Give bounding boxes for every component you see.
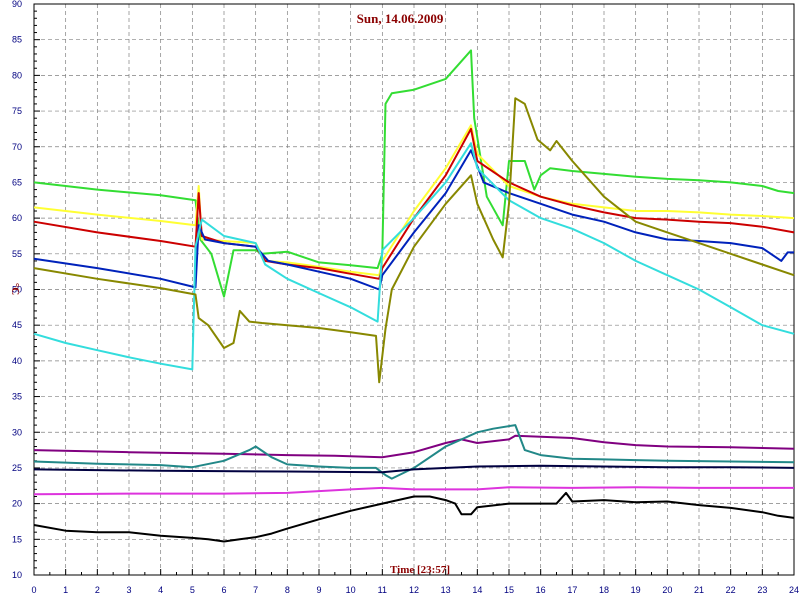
y-tick-label: 55 bbox=[12, 249, 22, 259]
y-tick-label: 85 bbox=[12, 35, 22, 45]
y-tick-label: 65 bbox=[12, 177, 22, 187]
x-tick-label: 21 bbox=[694, 585, 704, 595]
y-tick-label: 10 bbox=[12, 570, 22, 580]
y-tick-label: 90 bbox=[12, 0, 22, 9]
y-tick-label: 15 bbox=[12, 534, 22, 544]
y-tick-label: 35 bbox=[12, 392, 22, 402]
x-tick-label: 6 bbox=[221, 585, 226, 595]
x-tick-label: 10 bbox=[346, 585, 356, 595]
x-tick-label: 20 bbox=[662, 585, 672, 595]
x-tick-label: 12 bbox=[409, 585, 419, 595]
chart-title: Sun, 14.06.2009 bbox=[357, 11, 444, 26]
y-tick-label: 20 bbox=[12, 499, 22, 509]
y-tick-label: 80 bbox=[12, 70, 22, 80]
x-tick-label: 14 bbox=[472, 585, 482, 595]
y-tick-label: 70 bbox=[12, 142, 22, 152]
x-tick-label: 8 bbox=[285, 585, 290, 595]
x-tick-label: 1 bbox=[63, 585, 68, 595]
y-tick-label: 40 bbox=[12, 356, 22, 366]
y-tick-label: 75 bbox=[12, 106, 22, 116]
x-tick-label: 7 bbox=[253, 585, 258, 595]
x-tick-label: 13 bbox=[441, 585, 451, 595]
x-tick-label: 22 bbox=[726, 585, 736, 595]
x-tick-label: 24 bbox=[789, 585, 799, 595]
x-tick-label: 19 bbox=[631, 585, 641, 595]
x-tick-label: 11 bbox=[378, 585, 387, 595]
x-tick-label: 2 bbox=[95, 585, 100, 595]
y-axis-label: °C bbox=[9, 283, 21, 295]
x-axis-label: Time [23:57] bbox=[390, 564, 450, 576]
line-chart: 0 1 2 3 4 5 6 7 8 9 10 11 12 13 14 15 16 17 18 19 20 21 22 23 24… bbox=[9, 0, 799, 595]
x-tick-labels: 0 1 2 3 4 5 6 7 8 9 10 11 12 13 14 15 16 17 18 19 20 21 22 23 24 bbox=[31, 585, 799, 595]
x-tick-label: 9 bbox=[316, 585, 321, 595]
x-tick-label: 16 bbox=[536, 585, 546, 595]
x-tick-label: 15 bbox=[504, 585, 514, 595]
x-tick-label: 17 bbox=[567, 585, 577, 595]
y-tick-label: 25 bbox=[12, 463, 22, 473]
x-tick-label: 23 bbox=[757, 585, 767, 595]
x-tick-label: 0 bbox=[31, 585, 36, 595]
y-tick-label: 30 bbox=[12, 427, 22, 437]
y-tick-label: 45 bbox=[12, 320, 22, 330]
x-tick-label: 4 bbox=[158, 585, 163, 595]
y-tick-label: 60 bbox=[12, 213, 22, 223]
x-tick-label: 18 bbox=[599, 585, 609, 595]
x-tick-label: 5 bbox=[190, 585, 195, 595]
x-tick-label: 3 bbox=[126, 585, 131, 595]
